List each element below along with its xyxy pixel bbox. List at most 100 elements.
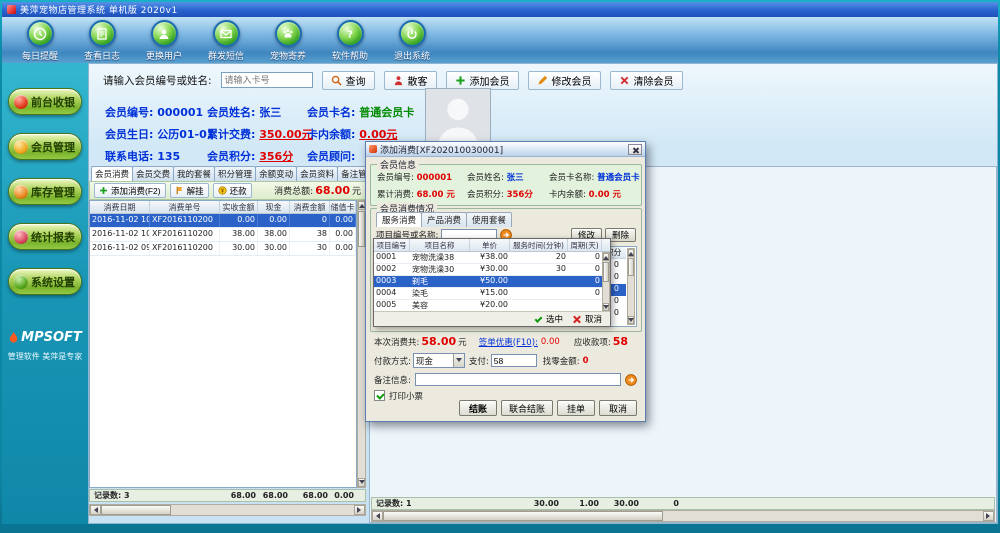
toolbar-exit-system[interactable]: 退出系统: [386, 20, 438, 62]
scroll-left-arrow[interactable]: [372, 511, 383, 521]
scroll-down-arrow[interactable]: [628, 316, 634, 324]
scroll-right-arrow[interactable]: [354, 505, 365, 515]
repay-button[interactable]: 还款: [213, 183, 252, 198]
picker-row[interactable]: 0001宠物洗澡38¥38.00 200: [374, 252, 610, 264]
consume-table-header: 消费日期消费单号实收金额 现金消费金额储值卡: [90, 201, 356, 214]
clear-member-button[interactable]: 清除会员: [610, 71, 683, 90]
consume-total: 消费总额: 68.00 元: [274, 184, 361, 197]
note-line: 备注信息:: [374, 372, 637, 387]
toolbar-help[interactable]: ? 软件帮助: [324, 20, 376, 62]
payment-method-select[interactable]: 现金: [413, 353, 465, 368]
sidebar-item-cashier[interactable]: 前台收银: [8, 88, 82, 115]
picker-vscrollbar[interactable]: [602, 252, 610, 312]
tab-service-consume[interactable]: 服务消费: [376, 212, 422, 227]
note-input[interactable]: [415, 373, 621, 386]
x-icon: [573, 315, 581, 323]
tab-product-consume[interactable]: 产品消费: [421, 212, 467, 227]
tab-packages[interactable]: 我的套餐: [173, 166, 215, 181]
toolbar-view-log[interactable]: 查看日志: [76, 20, 128, 62]
unhold-button[interactable]: 解挂: [170, 183, 209, 198]
query-button[interactable]: 查询: [322, 71, 375, 90]
app-icon: [7, 5, 16, 14]
sidebar-item-reports[interactable]: 统计报表: [8, 223, 82, 250]
chevron-down-icon[interactable]: [453, 354, 464, 367]
edit-member-button[interactable]: 修改会员: [528, 71, 601, 90]
walkin-button[interactable]: 散客: [384, 71, 437, 90]
picker-row[interactable]: 0003剃毛¥50.00 0: [374, 276, 610, 288]
scroll-up-arrow[interactable]: [358, 201, 365, 210]
service-picker-popup: 项目编号项目名称单价 服务时间(分钟)周期(天) 0001宠物洗澡38¥38.0…: [373, 238, 611, 327]
member-card-balance: 卡内余额: 0.00元: [307, 126, 397, 142]
toolbar-group-sms[interactable]: 群发短信: [200, 20, 252, 62]
member-total-paid: 累计交费: 350.00元: [207, 126, 313, 142]
tab-use-package[interactable]: 使用套餐: [466, 212, 512, 227]
scroll-thumb[interactable]: [101, 505, 171, 515]
toolbar-daily-reminder[interactable]: 每日提醒: [14, 20, 66, 62]
detail-footer: 记录数: 1 30.00 1.00 30.00 0: [371, 497, 995, 510]
pay-amount-input[interactable]: [491, 354, 537, 367]
picker-row[interactable]: 0004染毛¥15.00 0: [374, 288, 610, 300]
tab-payments[interactable]: 会员交费: [132, 166, 174, 181]
consume-table: 消费日期消费单号实收金额 现金消费金额储值卡 2016-11-02 10:XF2…: [89, 200, 357, 488]
sidebar-item-members[interactable]: 会员管理: [8, 133, 82, 160]
consume-table-hscrollbar[interactable]: [89, 504, 366, 516]
scroll-thumb[interactable]: [383, 511, 663, 521]
flame-icon: [8, 331, 19, 345]
note-search-icon[interactable]: [625, 374, 637, 386]
tab-points[interactable]: 积分管理: [214, 166, 256, 181]
scroll-up-arrow[interactable]: [603, 253, 609, 261]
cancel-button[interactable]: 取消: [599, 400, 637, 416]
dlg-card-name: 会员卡名称: 普通会员卡: [549, 171, 640, 183]
detail-hscrollbar[interactable]: [371, 510, 995, 522]
grid-vscrollbar[interactable]: [627, 248, 635, 325]
card-number-input[interactable]: [221, 72, 313, 88]
picker-row[interactable]: 0002宠物洗澡30¥30.00 300: [374, 264, 610, 276]
scroll-thumb[interactable]: [628, 258, 634, 276]
cashier-icon: [14, 95, 28, 109]
tab-member-profile[interactable]: 会员资料: [296, 166, 338, 181]
checkout-button[interactable]: 结账: [459, 400, 497, 416]
sidebar-item-inventory[interactable]: 库存管理: [8, 178, 82, 205]
dialog-buttons: 结账 联合结账 挂单 取消: [366, 400, 637, 416]
dialog-icon: [369, 145, 377, 153]
dialog-title: 添加消费[XF202010030001]: [380, 143, 503, 156]
dialog-titlebar: 添加消费[XF202010030001]: [366, 142, 645, 157]
toolbar-switch-user[interactable]: 更换用户: [138, 20, 190, 62]
tab-consume[interactable]: 会员消费: [91, 166, 133, 181]
toolbar-pet-boarding[interactable]: 宠物寄养: [262, 20, 314, 62]
search-label: 请输入会员编号或姓名:: [103, 73, 212, 88]
table-row[interactable]: 2016-11-02 09:XF201611020030.00 30.00300…: [90, 242, 356, 256]
picker-cancel-button[interactable]: 取消: [573, 313, 602, 325]
hold-order-button[interactable]: 挂单: [557, 400, 595, 416]
search-icon: [331, 75, 342, 86]
paw-icon: [275, 20, 302, 47]
scroll-down-arrow[interactable]: [358, 478, 365, 487]
window-titlebar: 美萍宠物店管理系统 单机版 2020v1: [2, 2, 998, 17]
scroll-up-arrow[interactable]: [628, 249, 634, 257]
picker-select-button[interactable]: 选中: [535, 313, 563, 325]
close-icon[interactable]: [628, 144, 642, 155]
scroll-down-arrow[interactable]: [603, 303, 609, 311]
brand-slogan: 管理软件 美萍是专家: [2, 351, 88, 362]
joint-checkout-button[interactable]: 联合结账: [501, 400, 553, 416]
table-row[interactable]: 2016-11-02 10:XF20161102000.00 0.0000.00: [90, 214, 356, 228]
scroll-left-arrow[interactable]: [90, 505, 101, 515]
member-points: 会员积分: 356分: [207, 148, 293, 164]
help-icon: ?: [337, 20, 364, 47]
scroll-right-arrow[interactable]: [983, 511, 994, 521]
tab-balance-changes[interactable]: 余额变动: [255, 166, 297, 181]
dlg-points: 会员积分: 356分: [467, 188, 533, 200]
flag-icon: [175, 186, 184, 195]
table-row[interactable]: 2016-11-02 10:XF201611020038.00 38.00380…: [90, 228, 356, 242]
sidebar-item-settings[interactable]: 系统设置: [8, 268, 82, 295]
scroll-thumb[interactable]: [603, 262, 609, 282]
sms-icon: [213, 20, 240, 47]
add-member-button[interactable]: 添加会员: [446, 71, 519, 90]
consume-action-row: 添加消费(F2) 解挂 还款 消费总额: 68.00 元: [89, 181, 366, 200]
add-consume-button[interactable]: 添加消费(F2): [94, 183, 166, 198]
scroll-thumb[interactable]: [358, 211, 365, 247]
walkin-person-icon: [393, 75, 404, 86]
app-window: 美萍宠物店管理系统 单机版 2020v1 每日提醒 查看日志 更换用户 群发短: [0, 0, 1000, 533]
picker-buttons: 选中 取消: [374, 311, 610, 326]
discount-link[interactable]: 签单优惠(F10):: [479, 336, 538, 348]
